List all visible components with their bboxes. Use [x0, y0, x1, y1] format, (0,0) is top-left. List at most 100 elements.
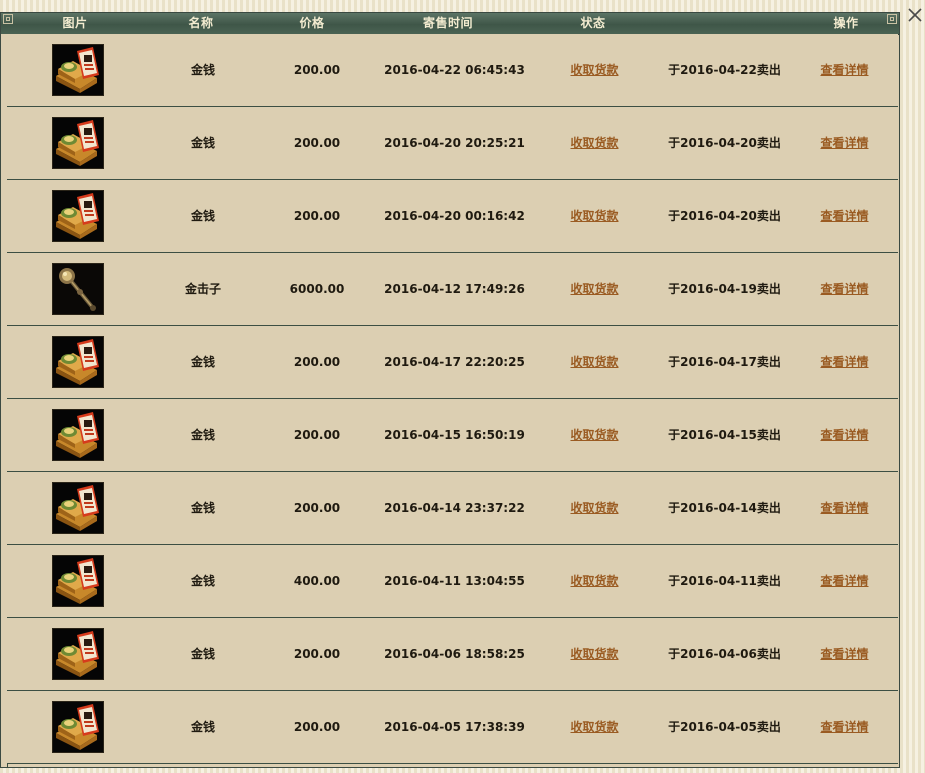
table-row: 金钱 200.00 2016-04-14 23:37:22 收取货款 于2016…: [7, 472, 898, 545]
consign-time: 2016-04-20 20:25:21: [384, 136, 525, 150]
view-details-link[interactable]: 查看详情: [812, 253, 877, 325]
item-thumbnail[interactable]: [52, 117, 104, 169]
table-header: 图片 名称 价格 寄售时间 状态 操作: [1, 13, 899, 35]
collect-payment-link[interactable]: 收取货款: [562, 618, 627, 690]
view-details-link[interactable]: 查看详情: [812, 691, 877, 763]
item-name: 金钱: [190, 720, 215, 734]
view-details-link[interactable]: 查看详情: [812, 545, 877, 617]
item-thumbnail[interactable]: [52, 190, 104, 242]
collect-payment-link[interactable]: 收取货款: [562, 399, 627, 471]
item-name: 金钱: [190, 355, 215, 369]
gold-coins-icon: [53, 556, 103, 606]
collect-payment-link[interactable]: 收取货款: [562, 472, 627, 544]
table-row: 金击子 6000.00 2016-04-12 17:49:26 收取货款 于20…: [7, 253, 898, 326]
view-details-link[interactable]: 查看详情: [812, 34, 877, 106]
item-price: 200.00: [293, 647, 341, 661]
item-thumbnail[interactable]: [52, 263, 104, 315]
sold-date: 于2016-04-06卖出: [668, 647, 781, 661]
consign-time: 2016-04-05 17:38:39: [384, 720, 525, 734]
item-name: 金钱: [190, 574, 215, 588]
header-status: 状态: [580, 16, 606, 30]
consign-time: 2016-04-12 17:49:26: [384, 282, 525, 296]
gold-coins-icon: [53, 410, 103, 460]
collect-payment-link[interactable]: 收取货款: [562, 326, 627, 398]
sold-date: 于2016-04-17卖出: [668, 355, 781, 369]
sold-date: 于2016-04-11卖出: [668, 574, 781, 588]
item-name: 金钱: [190, 136, 215, 150]
collect-payment-link[interactable]: 收取货款: [562, 180, 627, 252]
item-price: 200.00: [293, 720, 341, 734]
table-row: 金钱 200.00 2016-04-15 16:50:19 收取货款 于2016…: [7, 399, 898, 472]
header-corner-ornament: [3, 14, 13, 24]
collect-payment-link[interactable]: 收取货款: [562, 691, 627, 763]
sales-records-panel: 图片 名称 价格 寄售时间 状态 操作 金钱 200.00 2016-04-22…: [0, 12, 900, 768]
table-row: 金钱 400.00 2016-04-11 13:04:55 收取货款 于2016…: [7, 545, 898, 618]
item-price: 400.00: [293, 574, 341, 588]
gold-coins-icon: [53, 337, 103, 387]
sold-date: 于2016-04-20卖出: [668, 209, 781, 223]
records-table-body: 金钱 200.00 2016-04-22 06:45:43 收取货款 于2016…: [7, 34, 898, 764]
header-action: 操作: [833, 16, 859, 30]
consign-time: 2016-04-17 22:20:25: [384, 355, 525, 369]
header-name: 名称: [188, 16, 214, 30]
table-row: 金钱 200.00 2016-04-06 18:58:25 收取货款 于2016…: [7, 618, 898, 691]
item-price: 200.00: [293, 501, 341, 515]
item-name: 金钱: [190, 647, 215, 661]
sold-date: 于2016-04-15卖出: [668, 428, 781, 442]
collect-payment-link[interactable]: 收取货款: [562, 253, 627, 325]
item-thumbnail[interactable]: [52, 555, 104, 607]
item-thumbnail[interactable]: [52, 409, 104, 461]
item-name: 金钱: [190, 209, 215, 223]
sold-date: 于2016-04-14卖出: [668, 501, 781, 515]
item-thumbnail[interactable]: [52, 482, 104, 534]
consign-time: 2016-04-14 23:37:22: [384, 501, 525, 515]
item-price: 200.00: [293, 355, 341, 369]
item-thumbnail[interactable]: [52, 628, 104, 680]
view-details-link[interactable]: 查看详情: [812, 180, 877, 252]
item-price: 200.00: [293, 136, 341, 150]
header-corner-ornament: [887, 14, 897, 24]
item-name: 金钱: [190, 501, 215, 515]
item-name: 金钱: [190, 63, 215, 77]
consign-time: 2016-04-22 06:45:43: [384, 63, 525, 77]
sold-date: 于2016-04-20卖出: [668, 136, 781, 150]
consign-time: 2016-04-20 00:16:42: [384, 209, 525, 223]
item-thumbnail[interactable]: [52, 336, 104, 388]
sold-date: 于2016-04-19卖出: [668, 282, 781, 296]
view-details-link[interactable]: 查看详情: [812, 326, 877, 398]
consign-time: 2016-04-15 16:50:19: [384, 428, 525, 442]
collect-payment-link[interactable]: 收取货款: [562, 34, 627, 106]
sold-date: 于2016-04-22卖出: [668, 63, 781, 77]
item-thumbnail[interactable]: [52, 701, 104, 753]
collect-payment-link[interactable]: 收取货款: [562, 107, 627, 179]
consign-time: 2016-04-11 13:04:55: [384, 574, 525, 588]
table-row: 金钱 200.00 2016-04-20 20:25:21 收取货款 于2016…: [7, 107, 898, 180]
close-button[interactable]: [906, 6, 924, 24]
gold-coins-icon: [53, 45, 103, 95]
item-price: 200.00: [293, 63, 341, 77]
mace-icon: [53, 264, 103, 314]
table-row: 金钱 200.00 2016-04-20 00:16:42 收取货款 于2016…: [7, 180, 898, 253]
gold-coins-icon: [53, 702, 103, 752]
item-name: 金钱: [190, 428, 215, 442]
view-details-link[interactable]: 查看详情: [812, 107, 877, 179]
view-details-link[interactable]: 查看详情: [812, 399, 877, 471]
item-name: 金击子: [184, 282, 221, 296]
view-details-link[interactable]: 查看详情: [812, 472, 877, 544]
item-price: 200.00: [293, 428, 341, 442]
view-details-link[interactable]: 查看详情: [812, 618, 877, 690]
table-row: 金钱 200.00 2016-04-17 22:20:25 收取货款 于2016…: [7, 326, 898, 399]
gold-coins-icon: [53, 191, 103, 241]
consign-time: 2016-04-06 18:58:25: [384, 647, 525, 661]
close-icon: [908, 8, 922, 22]
item-thumbnail[interactable]: [52, 44, 104, 96]
item-price: 6000.00: [289, 282, 345, 296]
header-price: 价格: [299, 16, 325, 30]
table-row: 金钱 200.00 2016-04-05 17:38:39 收取货款 于2016…: [7, 691, 898, 764]
header-image: 图片: [62, 16, 88, 30]
gold-coins-icon: [53, 483, 103, 533]
sold-date: 于2016-04-05卖出: [668, 720, 781, 734]
gold-coins-icon: [53, 118, 103, 168]
collect-payment-link[interactable]: 收取货款: [562, 545, 627, 617]
gold-coins-icon: [53, 629, 103, 679]
